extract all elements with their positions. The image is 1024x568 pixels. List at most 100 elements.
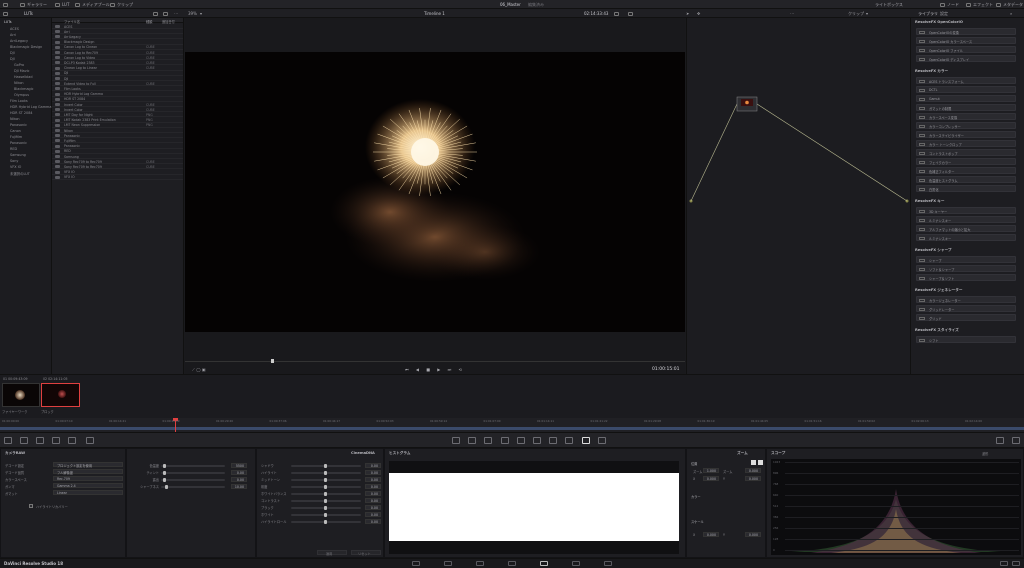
fx-section-title[interactable]: ResolveFX キー — [915, 199, 945, 204]
fx-item[interactable]: シャープ＆ソフト — [916, 274, 1016, 281]
palette-tool-icon[interactable] — [4, 437, 12, 444]
timeline-track[interactable] — [0, 427, 1024, 430]
adjust-param-slider[interactable] — [291, 484, 361, 489]
fx-item[interactable]: フェイクカラー — [916, 158, 1016, 165]
settings-icon[interactable] — [1012, 561, 1020, 566]
fx-item[interactable]: 色温度ヒストグラム — [916, 176, 1016, 183]
lut-tree-item[interactable]: Arri — [10, 33, 16, 37]
clip-thumbnail-selected[interactable] — [41, 383, 80, 407]
fx-item[interactable]: シャープ — [916, 256, 1016, 263]
page-color-icon[interactable] — [540, 561, 548, 566]
fx-item[interactable]: OpenColorIO ファイル — [916, 46, 1016, 53]
adjust-param-slider[interactable] — [291, 519, 361, 524]
lut-tree-root[interactable]: LUTs — [4, 20, 11, 24]
lut-tree-item[interactable]: Hasselblad — [14, 75, 33, 79]
lut-tree-item[interactable]: DJI — [10, 57, 15, 61]
adjust-param-value[interactable]: 0.00 — [365, 497, 381, 503]
library-tab[interactable]: ライブラリ — [918, 11, 938, 17]
sizing-field[interactable]: 0.000 — [703, 532, 719, 537]
fx-item[interactable]: アルファマットの縮小と拡大 — [916, 225, 1016, 232]
node-editor[interactable] — [686, 18, 910, 374]
lut-tree-item[interactable]: HDR ST 2084 — [10, 111, 33, 115]
hand-icon[interactable]: ✥ — [697, 11, 700, 16]
page-fairlight-icon[interactable] — [572, 561, 580, 566]
basic-param-slider[interactable] — [161, 484, 225, 489]
menu-icon[interactable] — [3, 2, 10, 7]
basic-param-slider[interactable] — [161, 477, 225, 482]
decode-select[interactable]: プロジェクト設定を使用 — [53, 462, 123, 468]
fx-item[interactable]: OpenColorIOの変換 — [916, 28, 1016, 35]
page-edit-icon[interactable] — [476, 561, 484, 566]
fx-item[interactable]: ACES トランスフォーム — [916, 77, 1016, 84]
palette-tool-icon[interactable] — [52, 437, 60, 444]
basic-param-value[interactable]: 5500 — [231, 462, 247, 468]
fx-section-title[interactable]: ResolveFX ジェネレーター — [915, 288, 962, 293]
raw-setting-select[interactable]: Gamma 2.4 — [53, 483, 123, 488]
lut-tree-item[interactable]: 未選択のLUT — [10, 171, 30, 176]
timeline-name[interactable]: Timeline 1 — [424, 11, 445, 16]
lut-tree-item[interactable]: RED — [10, 147, 17, 151]
transport-controls[interactable]: ⏮ ◀ ■ ▶ ⏭ ⟲ — [405, 367, 465, 372]
lut-tree-item[interactable]: Canon — [10, 129, 21, 133]
histogram-view[interactable] — [389, 461, 679, 554]
raw-setting-select[interactable]: Linear — [53, 490, 123, 495]
sizing-toggle[interactable] — [758, 460, 763, 465]
right-tool-icon[interactable] — [1012, 437, 1020, 444]
adjust-param-slider[interactable] — [291, 470, 361, 475]
fx-search-icon[interactable]: ⌕ — [1010, 11, 1012, 16]
fx-item[interactable]: ソフト＆シャープ — [916, 265, 1016, 272]
center-tool-icon[interactable] — [484, 437, 493, 444]
pointer-icon[interactable]: ➤ — [686, 11, 689, 16]
adjust-param-slider[interactable] — [291, 498, 361, 503]
fx-item[interactable]: Gamut — [916, 95, 1016, 102]
palette-tool-icon[interactable] — [36, 437, 44, 444]
sizing-field[interactable]: 0.000 — [745, 532, 761, 537]
center-tool-icon[interactable] — [516, 437, 525, 444]
fx-item[interactable]: カラージェネレーター — [916, 296, 1016, 303]
adjust-param-value[interactable]: 0.00 — [365, 476, 381, 482]
header-date[interactable]: 追加日付 — [162, 19, 175, 24]
effects-button[interactable]: エフェクト — [966, 2, 993, 8]
basic-param-slider[interactable] — [161, 463, 225, 468]
lut-tree-item[interactable]: ACES — [10, 27, 19, 31]
node-options-icon[interactable]: ⋯ — [790, 11, 794, 16]
adjust-param-slider[interactable] — [291, 477, 361, 482]
metadata-button[interactable]: メタデータ — [996, 2, 1023, 8]
gallery-button[interactable]: ギャラリー — [20, 2, 47, 8]
adjust-param-value[interactable]: 0.00 — [365, 518, 381, 524]
fx-item[interactable]: グリッド — [916, 314, 1016, 321]
lut-tree-item[interactable]: Nikon — [14, 81, 24, 85]
lut-tree-item[interactable]: Sony — [10, 159, 18, 163]
list-view-icon[interactable] — [153, 11, 160, 16]
lut-tree-item[interactable]: ArriLegacy — [10, 39, 28, 43]
fx-item[interactable]: カラーステイビライザー — [916, 131, 1016, 138]
lightbox-button[interactable]: ライトボックス — [875, 2, 903, 8]
palette-tool-icon[interactable] — [20, 437, 28, 444]
raw-setting-select[interactable]: フル解像度 — [53, 469, 123, 475]
mini-timeline[interactable]: 01:00:00:00 01:00:07:10 01:00:14:21 01:00:2… — [0, 418, 1024, 432]
adjust-param-value[interactable]: 0.00 — [365, 490, 381, 496]
fx-item[interactable]: ルミナンスキー — [916, 216, 1016, 223]
grid-view-icon[interactable] — [163, 11, 170, 16]
center-tool-icon[interactable] — [597, 437, 606, 444]
viewer-scrubber-handle[interactable] — [271, 359, 274, 363]
page-deliver-icon[interactable] — [604, 561, 612, 566]
viewer-zoom[interactable]: 39% — [188, 11, 197, 16]
sizing-field[interactable]: 1.000 — [703, 468, 719, 473]
adjust-param-value[interactable]: 0.00 — [365, 483, 381, 489]
lut-tree-item[interactable]: Blackmagic — [14, 87, 34, 91]
adjust-param-value[interactable]: 0.00 — [365, 469, 381, 475]
adjust-param-slider[interactable] — [291, 491, 361, 496]
adjust-param-slider[interactable] — [291, 505, 361, 510]
lut-tree-item[interactable]: Samsung — [10, 153, 26, 157]
page-media-icon[interactable] — [412, 561, 420, 566]
adjust-param-value[interactable]: 0.00 — [365, 504, 381, 510]
fx-item[interactable]: コントラストポップ — [916, 149, 1016, 156]
sizing-field[interactable]: 0.000 — [745, 476, 761, 481]
lut-tree-item[interactable]: HDR Hybrid Log Gamma — [10, 105, 51, 109]
fx-item[interactable]: 3D キーヤー — [916, 207, 1016, 214]
basic-param-value[interactable]: 0.00 — [231, 476, 247, 482]
more-icon[interactable]: ⋯ — [174, 11, 178, 16]
scope-mode[interactable]: 波形 — [982, 451, 988, 456]
header-type[interactable]: 種類 — [146, 19, 152, 24]
